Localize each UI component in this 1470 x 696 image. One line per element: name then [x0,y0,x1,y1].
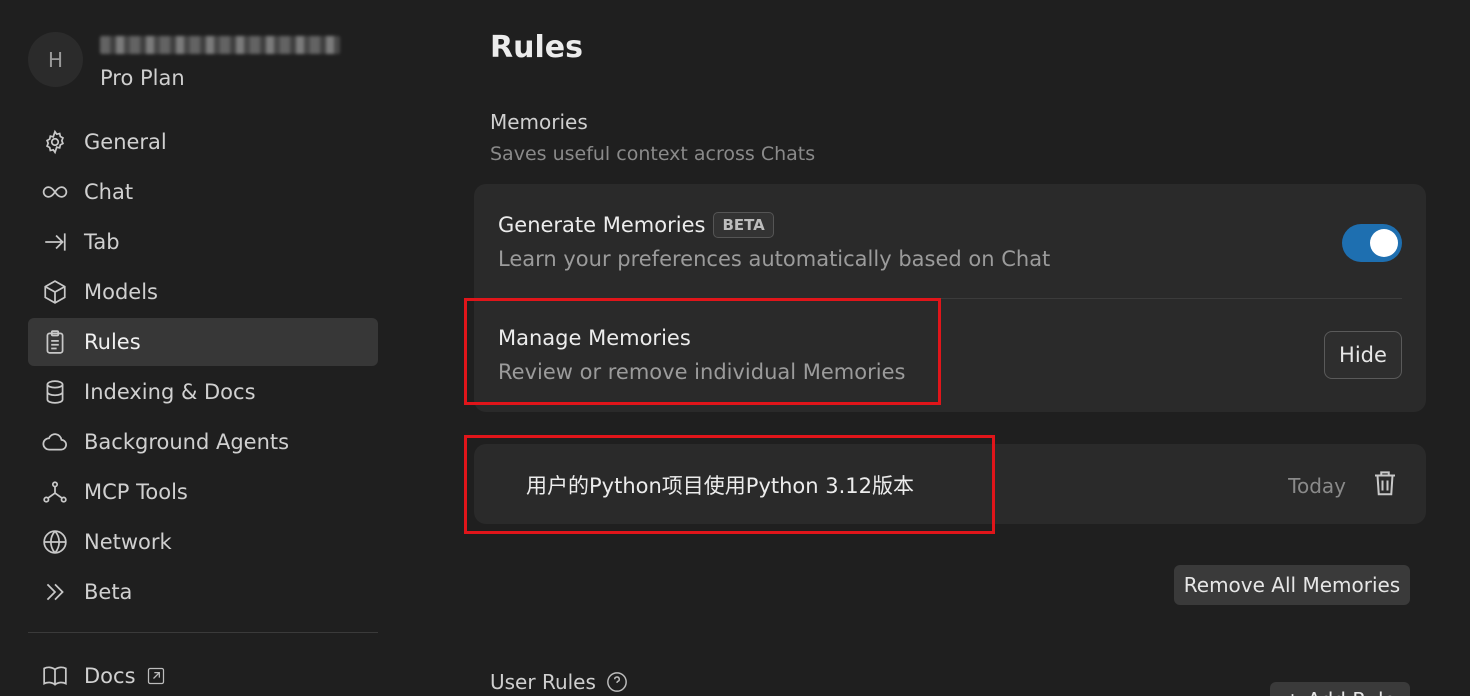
memories-section-desc: Saves useful context across Chats [490,143,816,165]
sidebar-item-label: General [84,130,167,154]
globe-icon [40,527,70,557]
sidebar-item-mcp-tools[interactable]: MCP Tools [28,468,378,516]
sidebar-item-general[interactable]: General [28,118,378,166]
sidebar-item-label: Beta [84,580,133,604]
highlight-box-memory-item [464,435,995,534]
generate-memories-label: Generate Memories [498,213,706,237]
sidebar-item-network[interactable]: Network [28,518,378,566]
sidebar-item-label: Tab [84,230,120,254]
nodes-icon [40,477,70,507]
sidebar-item-label: Models [84,280,158,304]
plan-label: Pro Plan [100,66,185,90]
gear-icon [40,127,70,157]
infinity-icon [40,177,70,207]
sidebar-item-rules[interactable]: Rules [28,318,378,366]
page-title: Rules [490,30,583,65]
sidebar-nav: General Chat Tab Models Rules Indexing &… [28,118,378,618]
generate-memories-desc: Learn your preferences automatically bas… [498,247,1051,271]
sidebar-item-label: Background Agents [84,430,290,454]
database-icon [40,377,70,407]
memory-date: Today [1288,474,1346,498]
sidebar-divider [28,632,378,633]
cloud-icon [40,427,70,457]
sidebar-item-label: Rules [84,330,141,354]
sidebar-item-beta[interactable]: Beta [28,568,378,616]
sidebar: H Pro Plan General Chat Tab Models Rules… [0,0,405,696]
help-icon[interactable] [606,671,628,693]
sidebar-item-docs[interactable]: Docs [28,652,378,696]
remove-all-memories-button[interactable]: Remove All Memories [1174,565,1410,605]
user-rules-label: User Rules [490,670,596,694]
sidebar-item-label: Chat [84,180,134,204]
user-rules-header: User Rules [490,670,628,694]
arrow-right-bar-icon [40,227,70,257]
sidebar-item-label: MCP Tools [84,480,188,504]
memories-section-label: Memories [490,110,588,134]
sidebar-item-tab[interactable]: Tab [28,218,378,266]
toggle-knob [1370,229,1398,257]
external-link-icon [146,666,166,686]
trash-icon[interactable] [1370,468,1400,498]
sidebar-item-label: Docs [84,664,136,688]
add-rule-button[interactable]: + Add Rule [1270,682,1410,696]
hide-memories-button[interactable]: Hide [1324,331,1402,379]
sidebar-item-label: Indexing & Docs [84,380,256,404]
double-chevron-icon [40,577,70,607]
sidebar-item-chat[interactable]: Chat [28,168,378,216]
sidebar-item-label: Network [84,530,172,554]
avatar: H [28,32,83,87]
clipboard-icon [40,327,70,357]
book-icon [40,661,70,691]
user-name-redacted [100,36,340,54]
profile[interactable]: H Pro Plan [28,30,388,90]
generate-memories-toggle[interactable] [1342,224,1402,262]
highlight-box-manage-memories [464,298,941,405]
sidebar-item-background-agents[interactable]: Background Agents [28,418,378,466]
sidebar-item-models[interactable]: Models [28,268,378,316]
cube-icon [40,277,70,307]
generate-memories-title: Generate Memories BETA [498,212,774,238]
beta-badge: BETA [713,212,774,238]
sidebar-item-indexing-docs[interactable]: Indexing & Docs [28,368,378,416]
